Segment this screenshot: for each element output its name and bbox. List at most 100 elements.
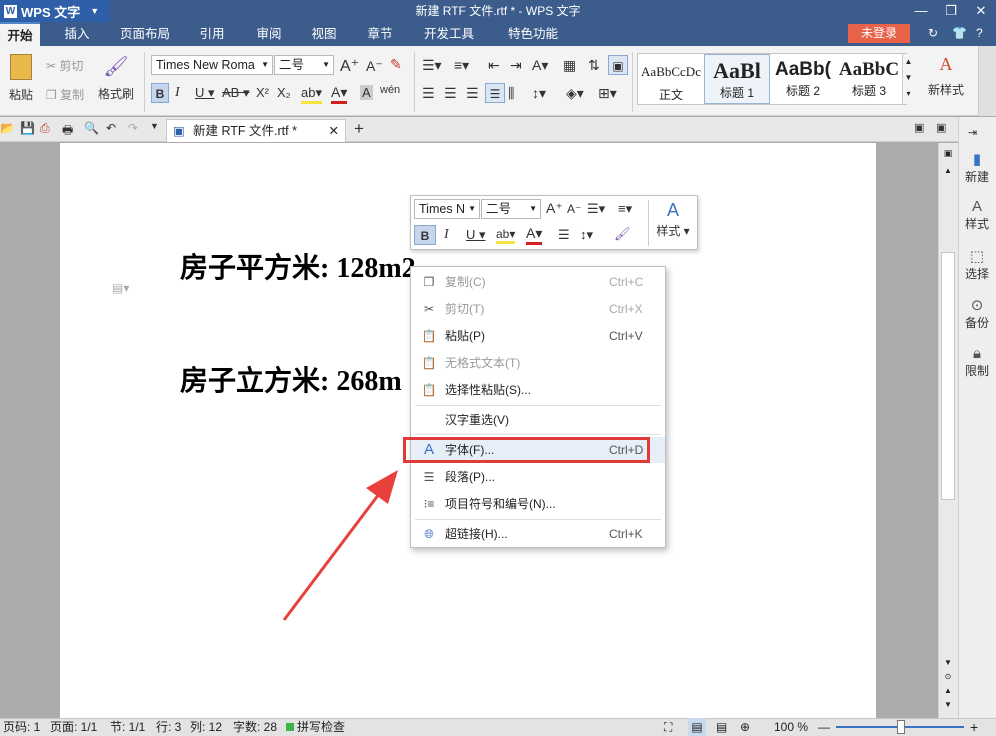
line-spacing-icon[interactable]: ↕▾	[532, 85, 546, 102]
format-painter-button[interactable]: 🖌 格式刷	[96, 54, 136, 102]
mini-line-spacing-icon[interactable]: ↕▾	[580, 227, 593, 243]
mini-grow-font-icon[interactable]: A⁺	[546, 200, 563, 217]
shrink-font-icon[interactable]: A⁻	[366, 58, 383, 75]
open-icon[interactable]: 📂	[0, 121, 15, 135]
mini-format-painter-icon[interactable]: 🖌	[614, 226, 631, 242]
refresh-icon[interactable]: ↻	[928, 26, 938, 40]
zoom-level[interactable]: 100 %	[774, 718, 808, 736]
style-heading-1[interactable]: AaBl 标题 1	[704, 54, 770, 104]
tab-developer[interactable]: 开发工具	[416, 22, 482, 46]
paste-button[interactable]: 粘贴	[4, 54, 38, 103]
sidebar-item-select[interactable]: ⬚ 选择	[958, 247, 996, 282]
justify-icon[interactable]: ☰	[485, 83, 505, 103]
help-icon[interactable]: ?	[976, 26, 983, 40]
document-line-2[interactable]: 房子立方米: 268m	[180, 359, 402, 399]
mini-bullets-icon[interactable]: ☰▾	[587, 201, 605, 217]
distribute-icon[interactable]: ⫼	[508, 85, 514, 102]
tab-references[interactable]: 引用	[190, 22, 234, 46]
mini-style-button[interactable]: A 样式 ▾	[652, 200, 694, 239]
bold-icon[interactable]: B	[151, 83, 169, 103]
status-spell-check[interactable]: 拼写检查	[297, 718, 345, 736]
close-icon[interactable]: ✕	[966, 0, 996, 22]
status-word-count[interactable]: 字数: 28	[233, 718, 277, 736]
tab-start[interactable]: 开始	[0, 22, 40, 46]
menu-item-hyperlink[interactable]: 🌐︎ 超链接(H)... Ctrl+K	[411, 521, 665, 547]
document-line-1[interactable]: 房子平方米: 128m2	[180, 246, 416, 286]
align-right-icon[interactable]: ☰	[466, 85, 479, 102]
login-button[interactable]: 未登录	[848, 24, 910, 43]
status-page-number[interactable]: 页码: 1	[3, 718, 40, 736]
fullscreen-view-icon[interactable]: ⛶	[664, 718, 672, 736]
subscript-icon[interactable]: X₂	[277, 85, 291, 100]
new-tab-icon[interactable]: +	[354, 119, 364, 139]
sidebar-item-restrict[interactable]: 🔒︎ 限制	[958, 345, 996, 379]
sidebar-collapse-icon[interactable]: ⇥	[968, 126, 977, 139]
mini-numbering-icon[interactable]: ≡▾	[618, 201, 632, 217]
mini-shrink-font-icon[interactable]: A⁻	[567, 202, 581, 216]
grow-font-icon[interactable]: A⁺	[340, 56, 359, 76]
increase-indent-icon[interactable]: ⇥	[510, 57, 522, 74]
scroll-split-icon[interactable]: ▣	[941, 148, 955, 162]
align-center-icon[interactable]: ☰	[444, 85, 457, 102]
menu-item-paragraph[interactable]: ☰ 段落(P)...	[411, 464, 665, 490]
strikethrough-icon[interactable]: AB ▾	[222, 85, 249, 101]
borders-icon[interactable]: ⊞▾	[598, 85, 617, 102]
minimize-icon[interactable]: —	[906, 0, 936, 22]
zoom-in-icon[interactable]: +	[970, 718, 978, 736]
font-color-icon[interactable]: A▾	[331, 84, 348, 104]
restore-icon[interactable]: ❐	[936, 0, 966, 22]
tab-chapter[interactable]: 章节	[358, 22, 402, 46]
clear-format-icon[interactable]: ✎	[390, 56, 402, 73]
tab-special[interactable]: 特色功能	[500, 22, 566, 46]
mini-bold-icon[interactable]: B	[414, 225, 436, 245]
copy-button[interactable]: ❐ 复制	[46, 86, 92, 103]
decrease-indent-icon[interactable]: ⇤	[488, 57, 500, 74]
customize-icon[interactable]: ▼	[150, 121, 159, 131]
redo-icon[interactable]: ↷	[128, 121, 138, 135]
style-heading-3[interactable]: AaBbC 标题 3	[836, 54, 902, 104]
show-marks-icon[interactable]: ▣	[608, 55, 628, 75]
scroll-up-icon[interactable]: ▲	[941, 166, 955, 175]
close-tab-icon[interactable]: ✕	[329, 120, 339, 142]
align-left-icon[interactable]: ☰	[422, 85, 435, 102]
status-section[interactable]: 节: 1/1	[110, 718, 145, 736]
mini-highlight-icon[interactable]: ab▾	[496, 227, 516, 244]
text-direction-icon[interactable]: A▾	[532, 57, 548, 74]
sidebar-item-new[interactable]: ▮ 新建	[958, 150, 996, 185]
shading-icon[interactable]: ◈▾	[566, 85, 584, 102]
web-view-icon[interactable]: ⊕	[740, 718, 750, 736]
tab-page-layout[interactable]: 页面布局	[114, 22, 176, 46]
document-tab[interactable]: ▣ 新建 RTF 文件.rtf * ✕	[166, 119, 346, 142]
tab-list-icon[interactable]: ▣	[914, 121, 924, 134]
mini-align-center-icon[interactable]: ☰	[558, 227, 570, 243]
tab-insert[interactable]: 插入	[55, 22, 99, 46]
numbering-icon[interactable]: ≡▾	[454, 57, 469, 74]
mini-underline-icon[interactable]: U ▾	[466, 227, 486, 243]
mini-font-name-select[interactable]: Times N ▼	[414, 199, 480, 219]
menu-item-reconvert[interactable]: 汉字重选(V)	[411, 407, 665, 433]
page-view-icon[interactable]: ▤	[688, 718, 706, 736]
scroll-down-icon[interactable]: ▼ ⊙ ▲ ▼	[941, 656, 955, 712]
tab-review[interactable]: 审阅	[247, 22, 291, 46]
tab-close-all-icon[interactable]: ▣	[936, 121, 946, 134]
app-menu-button[interactable]: W WPS 文字 ▼	[0, 0, 110, 22]
style-heading-2[interactable]: AaBb( 标题 2	[770, 54, 836, 104]
zoom-out-icon[interactable]: —	[818, 718, 830, 736]
style-normal[interactable]: AaBbCcDc 正文	[638, 54, 704, 104]
mini-font-size-select[interactable]: 二号 ▼	[481, 199, 541, 219]
undo-icon[interactable]: ↶	[106, 121, 116, 135]
status-column[interactable]: 列: 12	[190, 718, 222, 736]
tab-view[interactable]: 视图	[302, 22, 346, 46]
sort-icon[interactable]: ⇅	[588, 57, 600, 74]
underline-icon[interactable]: U ▾	[195, 85, 215, 101]
outline-view-icon[interactable]: ▤	[716, 718, 727, 736]
save-icon[interactable]: 💾	[20, 121, 35, 135]
menu-item-paste-plain[interactable]: 📋 无格式文本(T)	[411, 350, 665, 376]
mini-italic-icon[interactable]: I	[444, 227, 449, 243]
ribbon-scroll[interactable]	[978, 46, 996, 116]
zoom-slider-thumb[interactable]	[897, 720, 905, 734]
gallery-scroll[interactable]: ▲ ▼ ▾	[902, 54, 914, 104]
sidebar-item-style[interactable]: A 样式	[958, 198, 996, 232]
status-row[interactable]: 行: 3	[156, 718, 181, 736]
cut-button[interactable]: ✂ 剪切	[46, 57, 92, 74]
